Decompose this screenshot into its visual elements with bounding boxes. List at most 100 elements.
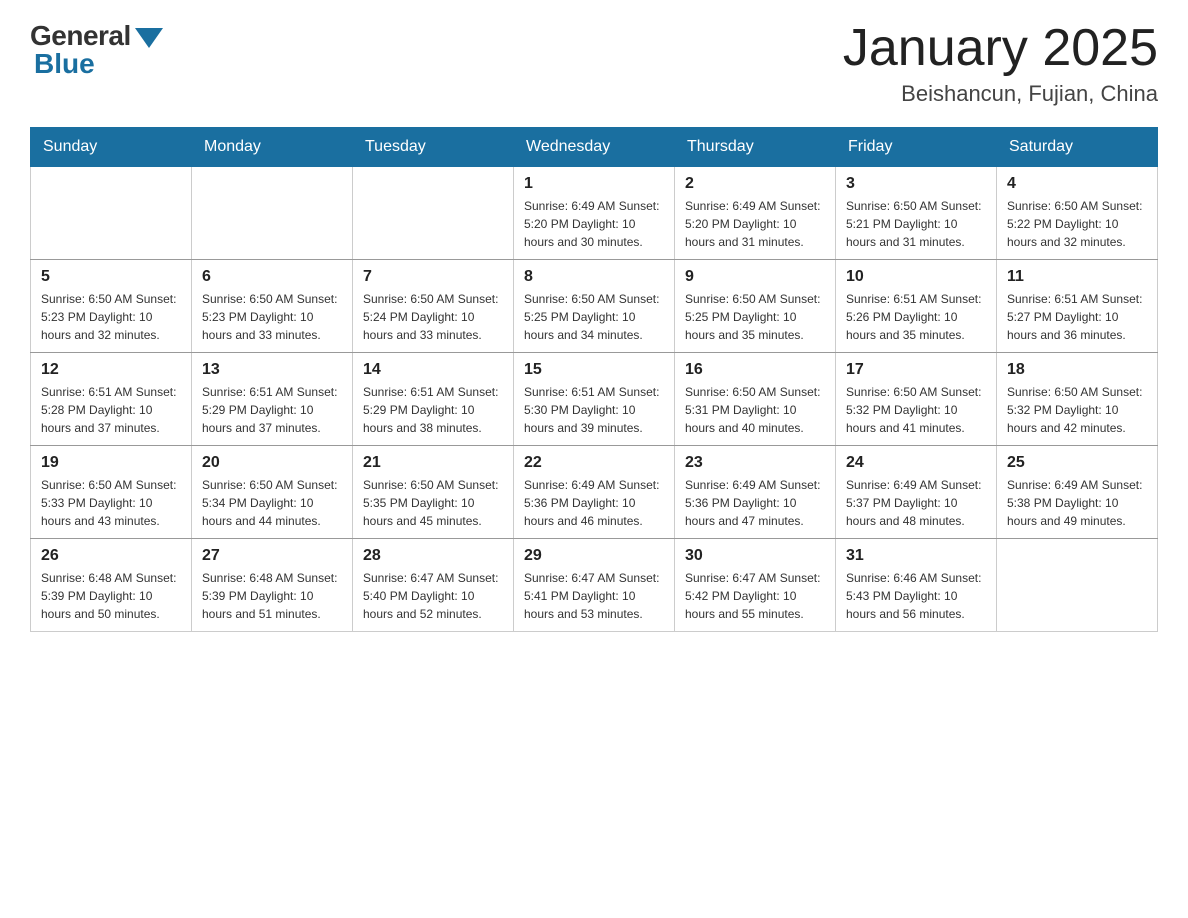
calendar-table: SundayMondayTuesdayWednesdayThursdayFrid… bbox=[30, 127, 1158, 632]
day-number: 14 bbox=[363, 361, 503, 379]
calendar-cell bbox=[192, 167, 353, 260]
calendar-cell: 6Sunrise: 6:50 AM Sunset: 5:23 PM Daylig… bbox=[192, 260, 353, 353]
day-number: 12 bbox=[41, 361, 181, 379]
calendar-header-sunday: Sunday bbox=[31, 128, 192, 167]
calendar-header-monday: Monday bbox=[192, 128, 353, 167]
calendar-cell bbox=[997, 539, 1158, 632]
day-info: Sunrise: 6:49 AM Sunset: 5:38 PM Dayligh… bbox=[1007, 476, 1147, 530]
day-number: 5 bbox=[41, 268, 181, 286]
day-info: Sunrise: 6:47 AM Sunset: 5:42 PM Dayligh… bbox=[685, 569, 825, 623]
day-info: Sunrise: 6:49 AM Sunset: 5:36 PM Dayligh… bbox=[524, 476, 664, 530]
calendar-cell: 2 Sunrise: 6:49 AM Sunset: 5:20 PM Daylig… bbox=[675, 167, 836, 260]
day-number: 25 bbox=[1007, 454, 1147, 472]
day-number: 23 bbox=[685, 454, 825, 472]
day-number: 3 bbox=[846, 175, 986, 193]
day-info: Sunrise: 6:47 AM Sunset: 5:41 PM Dayligh… bbox=[524, 569, 664, 623]
day-info: Sunrise: 6:50 AM Sunset: 5:22 PM Dayligh… bbox=[1007, 197, 1147, 251]
day-info: Sunrise: 6:47 AM Sunset: 5:40 PM Dayligh… bbox=[363, 569, 503, 623]
logo: General Blue bbox=[30, 20, 163, 80]
calendar-cell: 27 Sunrise: 6:48 AM Sunset: 5:39 PM Dayli… bbox=[192, 539, 353, 632]
day-number: 11 bbox=[1007, 268, 1147, 286]
day-number: 29 bbox=[524, 547, 664, 565]
calendar-header-thursday: Thursday bbox=[675, 128, 836, 167]
calendar-cell: 10 Sunrise: 6:51 AM Sunset: 5:26 PM Dayli… bbox=[836, 260, 997, 353]
day-number: 30 bbox=[685, 547, 825, 565]
day-number: 4 bbox=[1007, 175, 1147, 193]
day-info: Sunrise: 6:48 AM Sunset: 5:39 PM Dayligh… bbox=[202, 569, 342, 623]
day-info: Sunrise: 6:50 AM Sunset: 5:32 PM Dayligh… bbox=[1007, 383, 1147, 437]
calendar-cell: 8Sunrise: 6:50 AM Sunset: 5:25 PM Daylig… bbox=[514, 260, 675, 353]
day-info: Sunrise: 6:49 AM Sunset: 5:36 PM Dayligh… bbox=[685, 476, 825, 530]
logo-blue-text: Blue bbox=[34, 48, 95, 80]
calendar-cell: 17 Sunrise: 6:50 AM Sunset: 5:32 PM Dayli… bbox=[836, 353, 997, 446]
calendar-cell: 4 Sunrise: 6:50 AM Sunset: 5:22 PM Daylig… bbox=[997, 167, 1158, 260]
day-info: Sunrise: 6:50 AM Sunset: 5:25 PM Dayligh… bbox=[524, 290, 664, 344]
calendar-cell: 26 Sunrise: 6:48 AM Sunset: 5:39 PM Dayli… bbox=[31, 539, 192, 632]
calendar-cell: 29 Sunrise: 6:47 AM Sunset: 5:41 PM Dayli… bbox=[514, 539, 675, 632]
day-number: 10 bbox=[846, 268, 986, 286]
calendar-header-row: SundayMondayTuesdayWednesdayThursdayFrid… bbox=[31, 128, 1158, 167]
calendar-header-saturday: Saturday bbox=[997, 128, 1158, 167]
month-title: January 2025 bbox=[843, 20, 1158, 77]
day-info: Sunrise: 6:49 AM Sunset: 5:20 PM Dayligh… bbox=[685, 197, 825, 251]
day-number: 15 bbox=[524, 361, 664, 379]
calendar-cell: 16Sunrise: 6:50 AM Sunset: 5:31 PM Dayli… bbox=[675, 353, 836, 446]
day-info: Sunrise: 6:51 AM Sunset: 5:28 PM Dayligh… bbox=[41, 383, 181, 437]
calendar-header-wednesday: Wednesday bbox=[514, 128, 675, 167]
calendar-cell: 15 Sunrise: 6:51 AM Sunset: 5:30 PM Dayli… bbox=[514, 353, 675, 446]
calendar-cell bbox=[353, 167, 514, 260]
calendar-cell: 13 Sunrise: 6:51 AM Sunset: 5:29 PM Dayli… bbox=[192, 353, 353, 446]
calendar-cell: 7Sunrise: 6:50 AM Sunset: 5:24 PM Daylig… bbox=[353, 260, 514, 353]
day-info: Sunrise: 6:50 AM Sunset: 5:21 PM Dayligh… bbox=[846, 197, 986, 251]
day-number: 27 bbox=[202, 547, 342, 565]
calendar-cell: 21 Sunrise: 6:50 AM Sunset: 5:35 PM Dayli… bbox=[353, 446, 514, 539]
day-number: 28 bbox=[363, 547, 503, 565]
calendar-cell: 28 Sunrise: 6:47 AM Sunset: 5:40 PM Dayli… bbox=[353, 539, 514, 632]
day-info: Sunrise: 6:50 AM Sunset: 5:33 PM Dayligh… bbox=[41, 476, 181, 530]
day-number: 19 bbox=[41, 454, 181, 472]
calendar-cell: 31Sunrise: 6:46 AM Sunset: 5:43 PM Dayli… bbox=[836, 539, 997, 632]
calendar-week-row: 1Sunrise: 6:49 AM Sunset: 5:20 PM Daylig… bbox=[31, 167, 1158, 260]
day-number: 6 bbox=[202, 268, 342, 286]
day-number: 17 bbox=[846, 361, 986, 379]
logo-triangle-icon bbox=[135, 28, 163, 48]
calendar-week-row: 19 Sunrise: 6:50 AM Sunset: 5:33 PM Dayli… bbox=[31, 446, 1158, 539]
calendar-cell: 22 Sunrise: 6:49 AM Sunset: 5:36 PM Dayli… bbox=[514, 446, 675, 539]
calendar-cell: 12 Sunrise: 6:51 AM Sunset: 5:28 PM Dayli… bbox=[31, 353, 192, 446]
calendar-cell: 18Sunrise: 6:50 AM Sunset: 5:32 PM Dayli… bbox=[997, 353, 1158, 446]
calendar-cell: 24 Sunrise: 6:49 AM Sunset: 5:37 PM Dayli… bbox=[836, 446, 997, 539]
day-info: Sunrise: 6:51 AM Sunset: 5:26 PM Dayligh… bbox=[846, 290, 986, 344]
day-number: 26 bbox=[41, 547, 181, 565]
calendar-cell: 5Sunrise: 6:50 AM Sunset: 5:23 PM Daylig… bbox=[31, 260, 192, 353]
calendar-cell: 9 Sunrise: 6:50 AM Sunset: 5:25 PM Daylig… bbox=[675, 260, 836, 353]
calendar-cell: 25 Sunrise: 6:49 AM Sunset: 5:38 PM Dayli… bbox=[997, 446, 1158, 539]
day-info: Sunrise: 6:51 AM Sunset: 5:29 PM Dayligh… bbox=[363, 383, 503, 437]
day-info: Sunrise: 6:50 AM Sunset: 5:32 PM Dayligh… bbox=[846, 383, 986, 437]
day-number: 21 bbox=[363, 454, 503, 472]
day-info: Sunrise: 6:46 AM Sunset: 5:43 PM Dayligh… bbox=[846, 569, 986, 623]
day-info: Sunrise: 6:49 AM Sunset: 5:37 PM Dayligh… bbox=[846, 476, 986, 530]
calendar-cell: 11 Sunrise: 6:51 AM Sunset: 5:27 PM Dayli… bbox=[997, 260, 1158, 353]
calendar-cell: 1Sunrise: 6:49 AM Sunset: 5:20 PM Daylig… bbox=[514, 167, 675, 260]
calendar-header-tuesday: Tuesday bbox=[353, 128, 514, 167]
calendar-cell: 14 Sunrise: 6:51 AM Sunset: 5:29 PM Dayli… bbox=[353, 353, 514, 446]
calendar-cell: 30 Sunrise: 6:47 AM Sunset: 5:42 PM Dayli… bbox=[675, 539, 836, 632]
calendar-week-row: 12 Sunrise: 6:51 AM Sunset: 5:28 PM Dayli… bbox=[31, 353, 1158, 446]
day-number: 13 bbox=[202, 361, 342, 379]
day-number: 22 bbox=[524, 454, 664, 472]
day-info: Sunrise: 6:51 AM Sunset: 5:29 PM Dayligh… bbox=[202, 383, 342, 437]
day-info: Sunrise: 6:50 AM Sunset: 5:34 PM Dayligh… bbox=[202, 476, 342, 530]
day-info: Sunrise: 6:50 AM Sunset: 5:35 PM Dayligh… bbox=[363, 476, 503, 530]
day-number: 24 bbox=[846, 454, 986, 472]
day-info: Sunrise: 6:50 AM Sunset: 5:25 PM Dayligh… bbox=[685, 290, 825, 344]
day-number: 2 bbox=[685, 175, 825, 193]
page-header: General Blue January 2025 Beishancun, Fu… bbox=[30, 20, 1158, 107]
day-info: Sunrise: 6:51 AM Sunset: 5:30 PM Dayligh… bbox=[524, 383, 664, 437]
day-info: Sunrise: 6:49 AM Sunset: 5:20 PM Dayligh… bbox=[524, 197, 664, 251]
calendar-cell: 19 Sunrise: 6:50 AM Sunset: 5:33 PM Dayli… bbox=[31, 446, 192, 539]
calendar-cell bbox=[31, 167, 192, 260]
calendar-week-row: 5Sunrise: 6:50 AM Sunset: 5:23 PM Daylig… bbox=[31, 260, 1158, 353]
day-number: 9 bbox=[685, 268, 825, 286]
day-info: Sunrise: 6:48 AM Sunset: 5:39 PM Dayligh… bbox=[41, 569, 181, 623]
day-info: Sunrise: 6:51 AM Sunset: 5:27 PM Dayligh… bbox=[1007, 290, 1147, 344]
